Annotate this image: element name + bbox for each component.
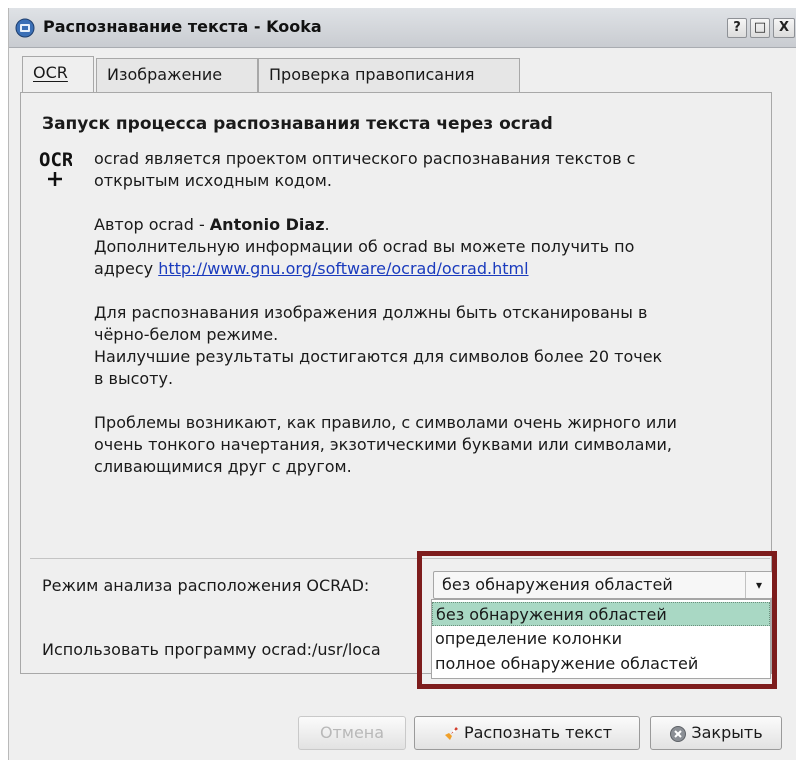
tab-ocr-label: OCR bbox=[33, 63, 68, 82]
close-button[interactable]: Закрыть bbox=[650, 716, 782, 750]
option-full-area-detection[interactable]: полное обнаружение областей bbox=[432, 652, 770, 676]
tab-image[interactable]: Изображение bbox=[96, 58, 258, 92]
author-suffix: . bbox=[324, 215, 330, 234]
program-label: Использовать программу ocrad:/usr/loca bbox=[42, 640, 381, 659]
author-text: Автор ocrad - Antonio Diaz. Дополнительн… bbox=[94, 214, 634, 280]
titlebar[interactable]: Распознавание текста - Kooka ? □ X bbox=[9, 8, 796, 48]
problems-line-1: Проблемы возникают, как правило, с симво… bbox=[94, 413, 677, 432]
info-line-1: Дополнительную информации об ocrad вы мо… bbox=[94, 237, 635, 256]
recognize-text-label: Распознать текст bbox=[463, 723, 613, 742]
author-name: Antonio Diaz bbox=[209, 215, 325, 234]
cancel-button[interactable]: Отмена bbox=[298, 716, 406, 750]
problems-line-2: очень тонкого начертания, экзотическими … bbox=[94, 435, 673, 454]
ocr-icon: OCR bbox=[39, 149, 72, 186]
option-no-area-detection[interactable]: без обнаружения областей bbox=[432, 602, 770, 626]
tab-spellcheck[interactable]: Проверка правописания bbox=[258, 58, 520, 92]
window-title: Распознавание текста - Kooka bbox=[43, 17, 322, 36]
tab-ocr[interactable]: OCR bbox=[22, 56, 94, 92]
author-line: Автор ocrad - Antonio Diaz. bbox=[94, 214, 634, 236]
close-window-button[interactable]: X bbox=[773, 18, 795, 38]
layout-mode-combobox[interactable]: без обнаружения областей ▾ bbox=[433, 571, 773, 599]
info-line-2: адресу http://www.gnu.org/software/ocrad… bbox=[94, 258, 634, 280]
close-circle-icon bbox=[670, 725, 687, 742]
option-column-detection[interactable]: определение колонки bbox=[432, 627, 770, 651]
tab-image-label: Изображение bbox=[107, 65, 223, 84]
layout-mode-label: Режим анализа расположения OCRAD: bbox=[42, 576, 370, 595]
chevron-down-icon[interactable]: ▾ bbox=[745, 572, 772, 598]
layout-mode-selected-value: без обнаружения областей bbox=[442, 575, 673, 594]
recognize-text-button[interactable]: Распознать текст bbox=[414, 716, 640, 750]
problems-line-3: сливающимися друг с другом. bbox=[94, 457, 352, 476]
ocr-heading: Запуск процесса распознавания текста чер… bbox=[42, 114, 553, 134]
close-button-label: Закрыть bbox=[691, 723, 763, 742]
rocket-icon bbox=[444, 726, 458, 740]
help-button[interactable]: ? bbox=[727, 18, 747, 38]
maximize-button[interactable]: □ bbox=[750, 18, 770, 38]
intro-line-2: открытым исходным кодом. bbox=[94, 171, 332, 190]
separator bbox=[30, 558, 770, 559]
tab-spellcheck-label: Проверка правописания bbox=[269, 65, 475, 84]
scan-text: Для распознавания изображения должны быт… bbox=[94, 302, 662, 390]
layout-mode-dropdown: без обнаружения областей определение кол… bbox=[431, 599, 771, 679]
kooka-app-icon bbox=[15, 18, 35, 38]
problems-text: Проблемы возникают, как правило, с симво… bbox=[94, 412, 677, 478]
intro-line-1: ocrad является проектом оптического расп… bbox=[94, 149, 636, 168]
author-prefix: Автор ocrad - bbox=[94, 215, 210, 234]
ocr-icon-text: OCR bbox=[39, 149, 72, 171]
scan-line-3: Наилучшие результаты достигаются для сим… bbox=[94, 347, 663, 366]
info-prefix: адресу bbox=[94, 259, 159, 278]
intro-text: ocrad является проектом оптического расп… bbox=[94, 148, 635, 192]
scan-line-1: Для распознавания изображения должны быт… bbox=[94, 303, 648, 322]
ocrad-homepage-link[interactable]: http://www.gnu.org/software/ocrad/ocrad.… bbox=[158, 259, 528, 278]
scan-line-4: в высоту. bbox=[94, 369, 174, 388]
scan-line-2: чёрно-белом режиме. bbox=[94, 325, 279, 344]
